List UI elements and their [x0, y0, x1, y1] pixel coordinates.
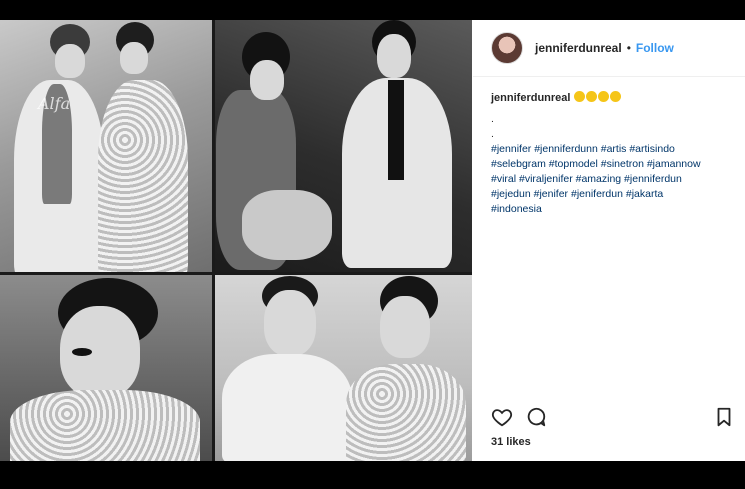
lips [72, 348, 92, 356]
avatar[interactable] [491, 32, 523, 64]
hashtag-line[interactable]: #indonesia [491, 202, 727, 217]
grin-emoji [586, 91, 598, 102]
bride-face [120, 42, 148, 74]
username-link[interactable]: jenniferdunreal [535, 41, 622, 55]
photo-tile-couple: Alfa [0, 20, 212, 272]
grin-emoji [610, 91, 622, 102]
hashtag-line[interactable]: #jejedun #jenifer #jeniferdun #jakarta [491, 187, 727, 202]
hashtag-line[interactable]: #jennifer #jenniferdunn #artis #artisind… [491, 142, 727, 157]
model-legs [242, 190, 332, 260]
bookmark-icon[interactable] [713, 406, 735, 428]
woman-face [380, 296, 430, 358]
caption-line: . [491, 128, 494, 140]
follow-button[interactable]: Follow [636, 41, 674, 55]
person-face [55, 44, 85, 78]
man-shirt [222, 354, 352, 461]
hashtag-line[interactable]: #selebgram #topmodel #sinetron #jamannow [491, 157, 727, 172]
heart-icon[interactable] [491, 406, 513, 428]
collage-divider [0, 272, 472, 275]
comment-icon[interactable] [525, 406, 547, 428]
caption-line: . [491, 113, 494, 125]
grin-emoji [598, 91, 610, 102]
photo-tile-portrait [0, 272, 212, 461]
post-photo-collage[interactable]: Alfa [0, 20, 472, 461]
caption: jenniferdunreal . . #jennifer #jenniferd… [473, 77, 745, 217]
post-header: jenniferdunreal • Follow [473, 20, 745, 77]
photo-tile-duo [212, 272, 472, 461]
grin-emoji [574, 91, 586, 102]
bride-kebaya [98, 80, 188, 272]
stylist-lapel [388, 80, 404, 180]
watermark-text: Alfa [38, 94, 71, 113]
man-face [264, 290, 316, 356]
separator-dot: • [626, 41, 631, 55]
woman-kebaya [346, 364, 466, 461]
stylist-face [377, 34, 411, 78]
lace-top [10, 390, 200, 461]
post-sidebar: jenniferdunreal • Follow jenniferdunreal… [473, 20, 745, 461]
action-bar [491, 406, 731, 430]
model-face [250, 60, 284, 100]
collage-divider [212, 20, 215, 461]
photo-tile-backstage [212, 20, 472, 272]
hashtag-line[interactable]: #viral #viraljenifer #amazing #jenniferd… [491, 172, 727, 187]
likes-count[interactable]: 31 likes [491, 436, 531, 448]
post-frame: Alfa jenniferdunreal • Follow jenniferdu… [0, 20, 745, 461]
caption-username[interactable]: jenniferdunreal [491, 92, 570, 104]
